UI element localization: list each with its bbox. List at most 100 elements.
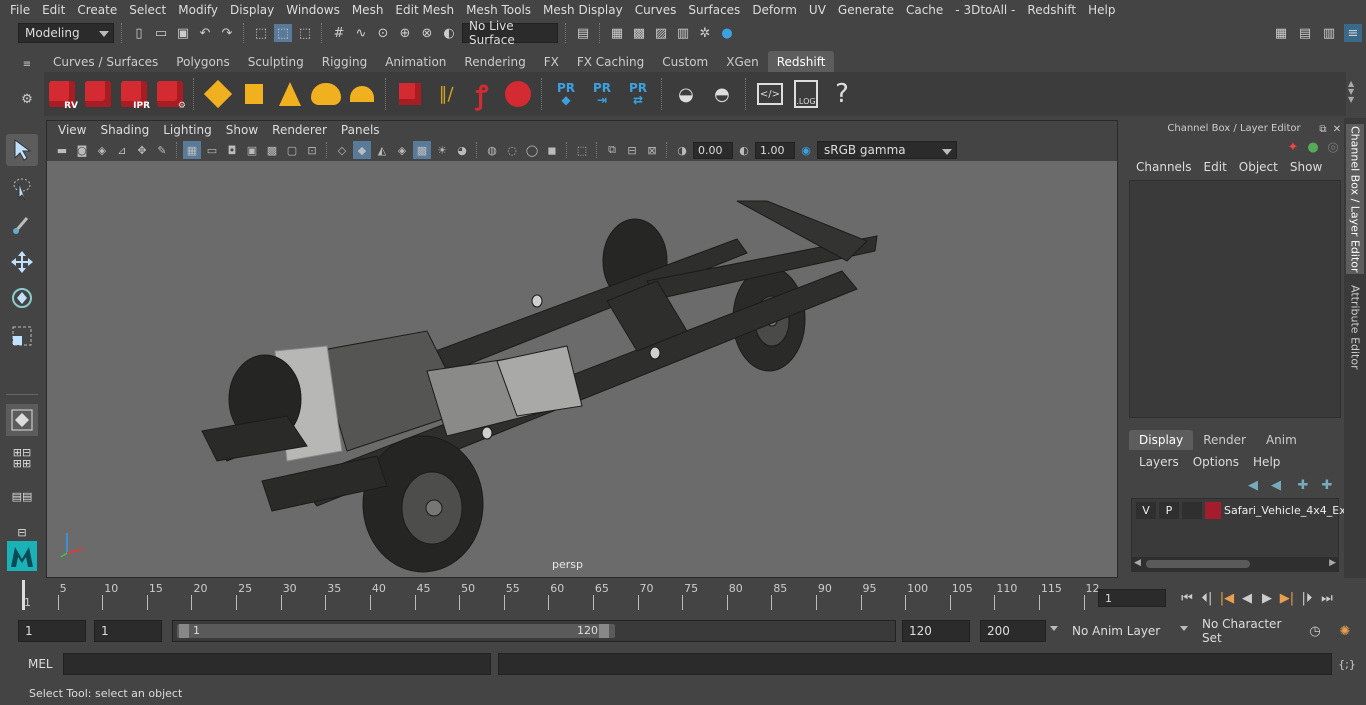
redo-icon[interactable]: ↷: [218, 24, 236, 42]
help-icon[interactable]: ?: [826, 77, 858, 111]
volume-icon[interactable]: ∥∕: [430, 77, 462, 111]
end-time-field[interactable]: 200: [980, 620, 1046, 642]
snap-grid-icon[interactable]: #: [330, 24, 348, 42]
menu-redshift[interactable]: Redshift: [1021, 3, 1082, 17]
layer-scrollbar[interactable]: ◀ ▶: [1132, 557, 1338, 571]
pr-transfer-icon[interactable]: PR ⇄: [622, 77, 654, 111]
viewport-menu-panels[interactable]: Panels: [334, 123, 387, 137]
layer-tab-render[interactable]: Render: [1193, 430, 1256, 450]
tab-rigging[interactable]: Rigging: [313, 51, 376, 72]
scale-tool-icon[interactable]: [6, 320, 38, 352]
vehicle-chassis-model[interactable]: [47, 161, 1118, 578]
step-forward-frame-icon[interactable]: ▶|: [1278, 589, 1296, 607]
layer-menu-options[interactable]: Options: [1186, 455, 1246, 469]
layer-row[interactable]: V P Safari_Vehicle_4x4_Ext: [1136, 502, 1350, 519]
channel-menu-object[interactable]: Object: [1233, 160, 1284, 174]
wireframe-icon[interactable]: ◇: [333, 141, 351, 159]
pr-export-icon[interactable]: PR ⇥: [586, 77, 618, 111]
layer-menu-help[interactable]: Help: [1246, 455, 1287, 469]
play-forward-icon[interactable]: ▶: [1258, 589, 1276, 607]
shadows-icon[interactable]: ◕: [453, 141, 471, 159]
menu-curves[interactable]: Curves: [629, 3, 683, 17]
layer-color-swatch[interactable]: [1205, 502, 1221, 519]
layout-single-icon[interactable]: ⊞⊟ ⊞⊞: [6, 442, 38, 474]
select-object-icon[interactable]: ⬚: [274, 24, 292, 42]
move-layer-down-icon[interactable]: ◀: [1267, 476, 1285, 494]
script-editor-icon[interactable]: {;}: [1338, 655, 1356, 673]
ambient-occlusion-icon[interactable]: ◍: [483, 141, 501, 159]
viewport-menu-shading[interactable]: Shading: [93, 123, 156, 137]
current-time-marker[interactable]: [22, 580, 25, 610]
new-layer-icon[interactable]: ✚: [1294, 476, 1312, 494]
textured-icon[interactable]: ▩: [413, 141, 431, 159]
viewport-menu-renderer[interactable]: Renderer: [265, 123, 334, 137]
tab-fx-caching[interactable]: FX Caching: [568, 51, 653, 72]
range-slider[interactable]: 1 120: [172, 620, 896, 642]
menu-file[interactable]: File: [4, 3, 36, 17]
sphere-material-icon[interactable]: [502, 77, 534, 111]
snap-curve-icon[interactable]: ∿: [352, 24, 370, 42]
material-icon[interactable]: ꝭ: [466, 77, 498, 111]
menu-windows[interactable]: Windows: [280, 3, 346, 17]
layer-menu-layers[interactable]: Layers: [1132, 455, 1186, 469]
grid-toggle-icon[interactable]: ▦: [183, 141, 201, 159]
menu-surfaces[interactable]: Surfaces: [682, 3, 746, 17]
motion-blur-icon[interactable]: ◌: [503, 141, 521, 159]
color-management-icon[interactable]: ◉: [797, 141, 815, 159]
render-frame-icon[interactable]: ▩: [630, 24, 648, 42]
snap-point-icon[interactable]: ⊙: [374, 24, 392, 42]
channel-settings-icon[interactable]: ◎: [1324, 138, 1342, 156]
channel-box-icon[interactable]: ≡: [1344, 24, 1362, 42]
depth-of-field-icon[interactable]: ◼: [543, 141, 561, 159]
proxy-icon[interactable]: [394, 77, 426, 111]
menu-mesh-tools[interactable]: Mesh Tools: [460, 3, 537, 17]
viewport-menu-show[interactable]: Show: [219, 123, 265, 137]
manipulator-icon[interactable]: ✦: [1284, 138, 1302, 156]
wireframe-on-shaded-icon[interactable]: ◈: [393, 141, 411, 159]
workspace-dropdown[interactable]: Modeling: [18, 23, 114, 43]
grid-icon[interactable]: [238, 77, 270, 111]
channel-menu-show[interactable]: Show: [1284, 160, 1328, 174]
render-setup-icon[interactable]: ●: [718, 24, 736, 42]
render-view-icon[interactable]: ▦: [608, 24, 626, 42]
live-surface-field[interactable]: No Live Surface: [462, 19, 558, 47]
layer-playback-toggle[interactable]: P: [1159, 502, 1179, 519]
dome-light-icon[interactable]: [310, 77, 342, 111]
soft-select-icon[interactable]: [6, 404, 38, 436]
color-space-dropdown[interactable]: sRGB gamma: [817, 141, 957, 159]
menu-select[interactable]: Select: [123, 3, 172, 17]
layer-display-type[interactable]: [1182, 502, 1202, 519]
shelf-scroll-icon[interactable]: ▲ ▼ ▼: [1348, 80, 1354, 104]
anim-layer-dropdown[interactable]: No Anim Layer: [1066, 620, 1178, 642]
gate-mask-icon[interactable]: ▣: [243, 141, 261, 159]
new-layer-selected-icon[interactable]: ✚: [1318, 476, 1336, 494]
sun-light-icon[interactable]: [346, 77, 378, 111]
default-material-icon[interactable]: ◭: [373, 141, 391, 159]
tab-xgen[interactable]: XGen: [717, 51, 768, 72]
move-tool-icon[interactable]: [6, 246, 38, 278]
select-tool-icon[interactable]: [6, 134, 38, 166]
anim-preferences-icon[interactable]: ✺: [1336, 622, 1354, 640]
menu-edit-mesh[interactable]: Edit Mesh: [389, 3, 460, 17]
tab-channel-box[interactable]: Channel Box / Layer Editor: [1346, 124, 1364, 274]
layout-icon[interactable]: ▥: [1320, 24, 1338, 42]
isolate-select-icon[interactable]: ⬚: [573, 141, 591, 159]
smooth-shade-icon[interactable]: ◆: [353, 141, 371, 159]
tab-curves-surfaces[interactable]: Curves / Surfaces: [44, 51, 167, 72]
shelf-settings-icon[interactable]: ⚙: [18, 90, 36, 108]
menu-generate[interactable]: Generate: [832, 3, 900, 17]
step-back-key-icon[interactable]: ⏴|: [1198, 589, 1216, 607]
menu-mesh-display[interactable]: Mesh Display: [537, 3, 629, 17]
workspace-icon[interactable]: ▦: [1272, 24, 1290, 42]
auto-key-icon[interactable]: ◷: [1306, 622, 1324, 640]
layer-name[interactable]: Safari_Vehicle_4x4_Ext: [1224, 504, 1350, 517]
menu-modify[interactable]: Modify: [172, 3, 224, 17]
diamond-icon[interactable]: [202, 77, 234, 111]
rv-render-icon[interactable]: RV: [46, 77, 78, 111]
step-forward-key-icon[interactable]: |⏵: [1298, 589, 1316, 607]
tab-polygons[interactable]: Polygons: [167, 51, 238, 72]
layer-tab-anim[interactable]: Anim: [1256, 430, 1307, 450]
viewport-menu-lighting[interactable]: Lighting: [156, 123, 219, 137]
hypershade-icon[interactable]: ✲: [696, 24, 714, 42]
go-to-end-icon[interactable]: ⏭: [1318, 589, 1336, 607]
